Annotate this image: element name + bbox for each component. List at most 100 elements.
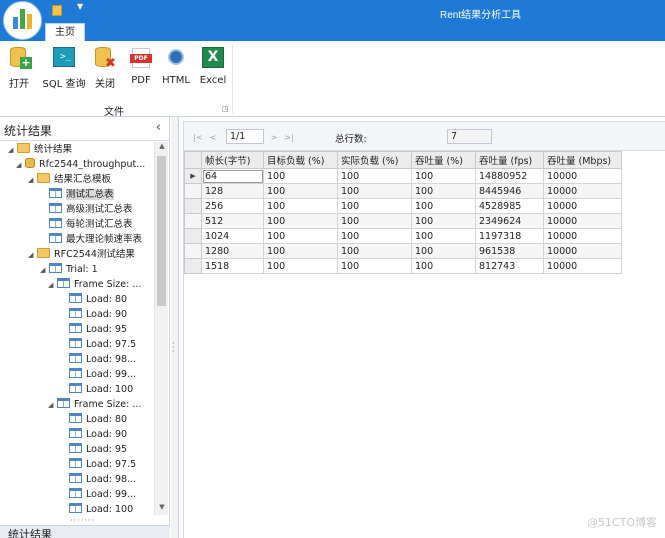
tree-node[interactable]: Load: 95 (60, 322, 127, 337)
table-cell[interactable]: 100 (263, 198, 338, 214)
table-cell[interactable]: 100 (411, 213, 476, 229)
next-page-button[interactable]: > (268, 131, 280, 144)
tree-node[interactable]: Load: 90 (60, 307, 127, 322)
current-row-indicator-icon[interactable]: ▶ (184, 168, 202, 184)
tree-expander-icon[interactable]: ◢ (40, 263, 49, 278)
table-cell[interactable]: 10000 (543, 198, 622, 214)
table-cell[interactable]: 100 (263, 228, 338, 244)
tree-node[interactable]: ◢ 结果汇总模板 (28, 172, 111, 187)
column-header[interactable]: 吞吐量 (%) (411, 151, 476, 169)
row-header[interactable] (184, 183, 202, 199)
quick-access-save-icon[interactable] (52, 5, 62, 16)
scroll-down-icon[interactable]: ▼ (155, 503, 169, 515)
table-cell[interactable]: 100 (337, 243, 412, 259)
table-row[interactable]: 1280 100 100 100 961538 10000 (184, 243, 622, 259)
table-cell[interactable]: 100 (263, 213, 338, 229)
table-cell[interactable]: 1518 (201, 258, 264, 274)
tree-node[interactable]: 最大理论帧速率表 (40, 232, 142, 247)
row-header[interactable] (184, 228, 202, 244)
tree-node[interactable]: ◢ Trial: 1 (40, 262, 98, 277)
table-cell[interactable]: 100 (337, 258, 412, 274)
table-cell[interactable]: 256 (201, 198, 264, 214)
table-cell[interactable]: 961538 (475, 243, 544, 259)
tree-node[interactable]: Load: 100 (60, 382, 133, 397)
tree-node[interactable]: Load: 98... (60, 352, 136, 367)
tree-node[interactable]: Load: 80 (60, 412, 127, 427)
tree-node[interactable]: ◢ 统计结果 (8, 142, 72, 157)
table-cell[interactable]: 100 (411, 168, 476, 184)
prev-page-button[interactable]: < (207, 131, 219, 144)
table-cell[interactable]: 4528985 (475, 198, 544, 214)
table-cell[interactable]: 100 (337, 228, 412, 244)
tree-expander-icon[interactable]: ◢ (48, 278, 57, 293)
page-input[interactable]: 1/1 (226, 129, 264, 144)
table-cell[interactable]: 100 (263, 258, 338, 274)
table-cell[interactable]: 100 (337, 213, 412, 229)
tree-expander-icon[interactable]: ◢ (28, 173, 37, 188)
tree-node[interactable]: 每轮测试汇总表 (40, 217, 133, 232)
sql-query-button[interactable]: >_ SQL 查询 (41, 45, 87, 90)
tree-node[interactable]: Load: 98... (60, 472, 136, 487)
table-cell[interactable]: 100 (263, 183, 338, 199)
table-cell[interactable]: 100 (263, 168, 338, 184)
table-row[interactable]: ▶ 64 100 100 100 14880952 10000 (184, 168, 622, 184)
table-cell[interactable]: 100 (411, 228, 476, 244)
table-cell[interactable]: 1024 (201, 228, 264, 244)
table-cell[interactable]: 2349624 (475, 213, 544, 229)
table-cell[interactable]: 128 (201, 183, 264, 199)
table-cell[interactable]: 100 (411, 243, 476, 259)
column-header[interactable]: 实际负载 (%) (337, 151, 412, 169)
tree-node[interactable]: Load: 97.5 (60, 457, 136, 472)
table-row[interactable]: 256 100 100 100 4528985 10000 (184, 198, 622, 214)
scroll-thumb[interactable] (157, 156, 166, 306)
results-grid[interactable]: 帧长(字节) 目标负载 (%) 实际负载 (%) 吞吐量 (%) 吞吐量 (fps) 吞吐… (183, 151, 665, 538)
tree-expander-icon[interactable]: ◢ (16, 158, 25, 173)
table-cell[interactable]: 100 (411, 258, 476, 274)
tree-node[interactable]: Load: 99... (60, 367, 136, 382)
tree-node[interactable]: ◢ Frame Size: ... (48, 277, 141, 292)
open-button[interactable]: + 打开 (4, 45, 34, 90)
tree-expander-icon[interactable]: ◢ (48, 398, 57, 413)
table-cell[interactable]: 100 (337, 168, 412, 184)
table-cell[interactable]: 10000 (543, 183, 622, 199)
export-html-button[interactable]: HTML (160, 45, 192, 86)
dialog-launcher-icon[interactable]: ◳ (222, 105, 229, 113)
table-row[interactable]: 1518 100 100 100 812743 10000 (184, 258, 622, 274)
tree-node[interactable]: Load: 97.5 (60, 337, 136, 352)
row-header[interactable] (184, 198, 202, 214)
result-tree[interactable]: ◢ 统计结果 ◢ Rfc2544_throughput... ◢ 结果汇总模板 测试汇总表高… (0, 142, 154, 515)
export-excel-button[interactable]: X Excel (198, 45, 228, 86)
column-header[interactable]: 目标负载 (%) (263, 151, 338, 169)
table-cell[interactable]: 100 (263, 243, 338, 259)
quick-access-dropdown-icon[interactable]: ▼ (77, 2, 83, 11)
tree-node[interactable]: Load: 80 (60, 292, 127, 307)
tree-scrollbar[interactable]: ▲ ▼ (154, 142, 168, 515)
table-cell[interactable]: 100 (411, 198, 476, 214)
table-cell[interactable]: 100 (337, 183, 412, 199)
tab-home[interactable]: 主页 (45, 23, 85, 42)
tree-expander-icon[interactable]: ◢ (8, 143, 17, 158)
table-cell[interactable]: 14880952 (475, 168, 544, 184)
tree-node[interactable]: 测试汇总表 (40, 187, 114, 202)
table-cell[interactable]: 1280 (201, 243, 264, 259)
column-header[interactable]: 帧长(字节) (201, 151, 264, 169)
table-cell[interactable]: 10000 (543, 213, 622, 229)
tree-node[interactable]: Load: 95 (60, 442, 127, 457)
row-header[interactable] (184, 258, 202, 274)
table-cell[interactable]: 100 (337, 198, 412, 214)
row-header[interactable] (184, 243, 202, 259)
table-row[interactable]: 512 100 100 100 2349624 10000 (184, 213, 622, 229)
tree-node[interactable]: Load: 99... (60, 487, 136, 502)
table-cell[interactable]: 64 (201, 168, 264, 184)
export-pdf-button[interactable]: PDF PDF (128, 45, 154, 86)
table-cell[interactable]: 10000 (543, 243, 622, 259)
column-header[interactable]: 吞吐量 (Mbps) (543, 151, 622, 169)
panel-resize-grip[interactable]: ······· (70, 516, 95, 525)
tree-node[interactable]: Load: 100 (60, 502, 133, 515)
tree-expander-icon[interactable]: ◢ (28, 248, 37, 263)
table-cell[interactable]: 812743 (475, 258, 544, 274)
table-cell[interactable]: 512 (201, 213, 264, 229)
table-cell[interactable]: 10000 (543, 228, 622, 244)
collapse-panel-icon[interactable]: ‹ (156, 120, 161, 135)
table-row[interactable]: 1024 100 100 100 1197318 10000 (184, 228, 622, 244)
